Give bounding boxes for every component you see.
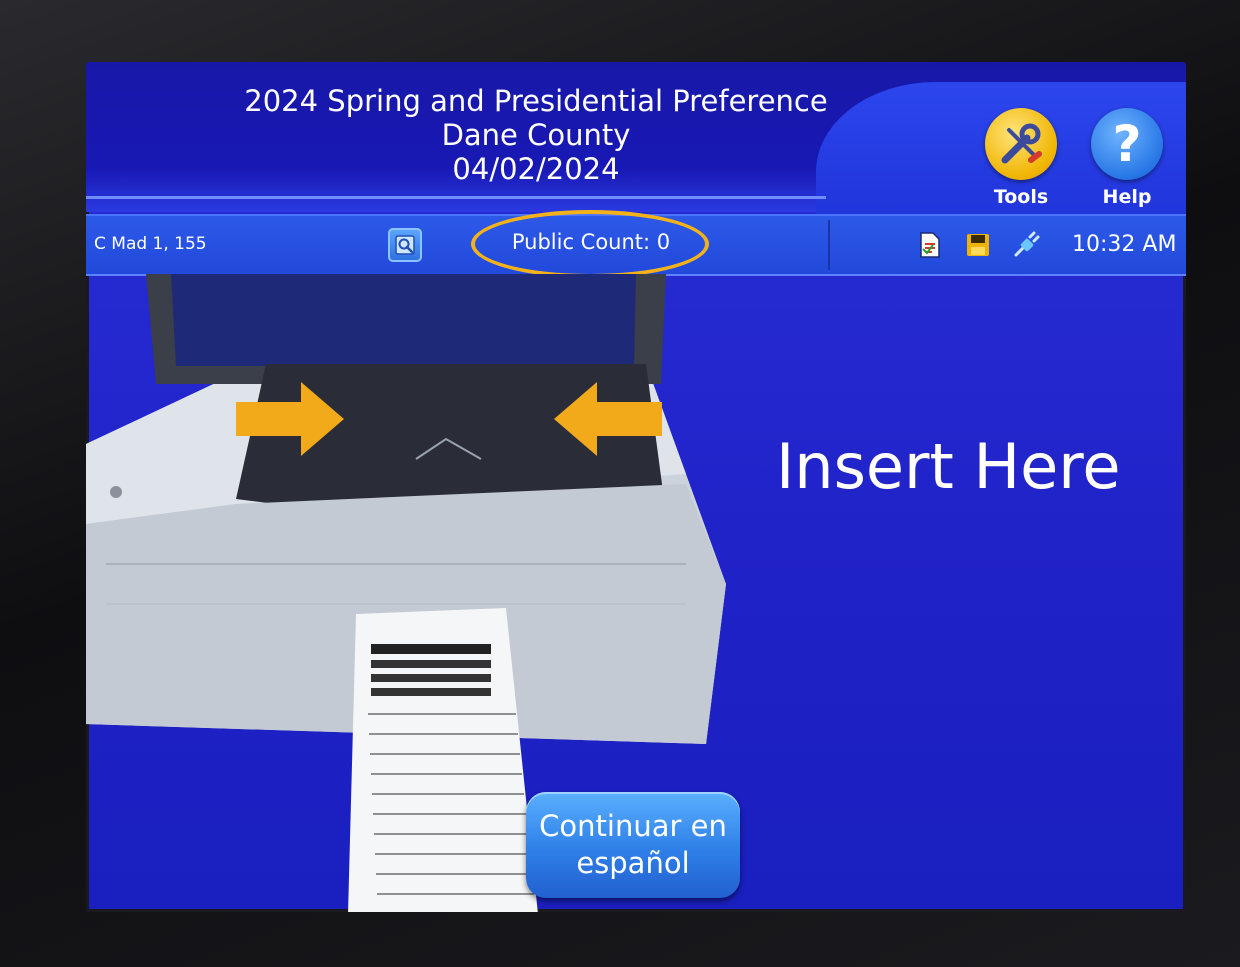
status-divider — [828, 220, 830, 270]
tools-label: Tools — [993, 186, 1049, 208]
insert-here-instruction: Insert Here — [776, 430, 1121, 503]
clock: 10:32 AM — [1072, 232, 1177, 257]
help-icon: ? — [1091, 108, 1163, 180]
header-bar: 2024 Spring and Presidential Preference … — [86, 62, 1186, 232]
help-label: Help — [1102, 186, 1152, 208]
save-icon — [962, 230, 994, 260]
tools-button[interactable]: Tools — [976, 108, 1066, 208]
status-bar: C Mad 1, 155 Public Count: 0 10:32 AM — [86, 210, 1186, 278]
language-button-line2: español — [576, 846, 690, 880]
help-button[interactable]: ? Help — [1082, 108, 1172, 208]
document-icon — [914, 230, 946, 260]
election-title: 2024 Spring and Presidential Preference … — [226, 84, 846, 186]
public-count-highlight-ring — [471, 210, 709, 278]
touch-screen: 2024 Spring and Presidential Preference … — [86, 62, 1186, 912]
header-divider — [86, 196, 826, 199]
county-name: Dane County — [441, 118, 631, 152]
election-date: 04/02/2024 — [452, 152, 620, 186]
language-button-line1: Continuar en — [539, 809, 727, 843]
power-plug-icon — [1010, 230, 1042, 260]
tools-icon — [985, 108, 1057, 180]
spanish-language-button[interactable]: Continuar en español — [526, 792, 740, 898]
ballot-preview-icon[interactable] — [388, 228, 422, 262]
election-name: 2024 Spring and Presidential Preference — [244, 84, 828, 118]
polling-location: C Mad 1, 155 — [94, 234, 207, 254]
status-icons — [914, 230, 1042, 260]
